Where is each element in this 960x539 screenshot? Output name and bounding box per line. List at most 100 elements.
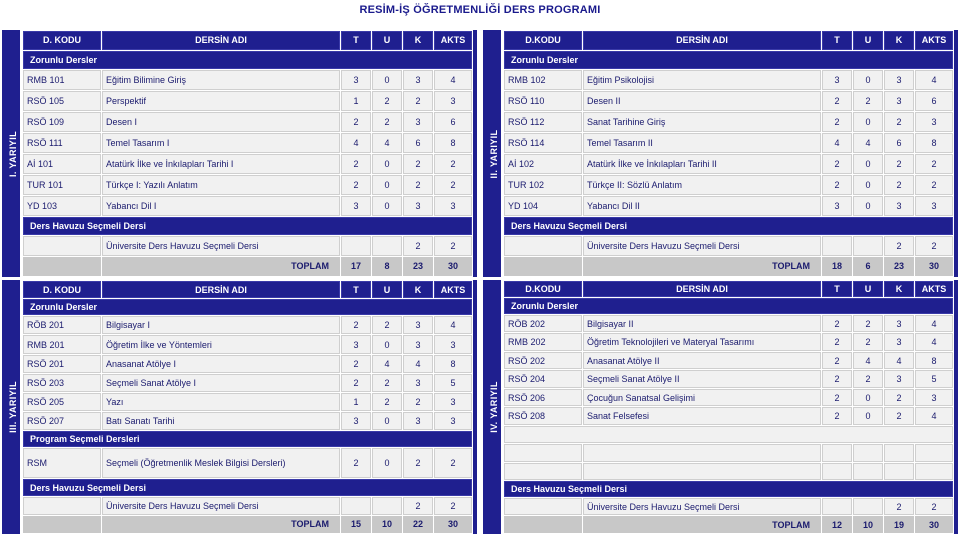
total-spacer xyxy=(504,516,582,533)
semester-label-strip-3: III. YARIYIL xyxy=(6,280,22,534)
table-header-row: D. KODU DERSİN ADI T U K AKTS xyxy=(23,31,472,50)
table-row: RSÖ 202 Anasanat Atölye II 2 4 4 8 xyxy=(504,351,953,370)
total-u: 10 xyxy=(853,516,883,533)
course-name: Temel Tasarım II xyxy=(583,132,821,153)
pool-t xyxy=(341,496,371,515)
pool-akts: 2 xyxy=(434,496,472,515)
band-zorunlu: Zorunlu Dersler xyxy=(504,298,953,314)
course-code: RSÖ 112 xyxy=(504,111,582,132)
course-code: RSÖ 109 xyxy=(23,111,101,132)
pool-akts: 2 xyxy=(915,235,953,256)
band-zorunlu-label: Zorunlu Dersler xyxy=(504,50,953,69)
total-spacer xyxy=(23,515,101,533)
total-k: 23 xyxy=(884,256,914,276)
header-name: DERSİN ADI xyxy=(583,281,821,298)
course-code: RSÖ 205 xyxy=(23,393,101,412)
table-header-row: D. KODU DERSİN ADI T U K AKTS xyxy=(23,281,472,299)
band-havuz-label: Ders Havuzu Seçmeli Dersi xyxy=(504,217,953,235)
course-code: RMB 202 xyxy=(504,333,582,351)
semester-label-3: III. YARIYIL xyxy=(8,381,18,433)
band-program-secmeli: Program Seçmeli Dersleri xyxy=(23,431,472,448)
page-title: RESİM-İŞ ÖĞRETMENLİĞİ DERS PROGRAMI xyxy=(359,4,601,16)
program-akts: 2 xyxy=(434,448,472,479)
course-code: Aİ 102 xyxy=(504,153,582,175)
total-row: TOPLAM 18 6 23 30 xyxy=(504,256,953,276)
program-name: Seçmeli (Öğretmenlik Meslek Bilgisi Ders… xyxy=(102,448,340,479)
course-k: 4 xyxy=(403,354,433,373)
course-name: Yabancı Dil I xyxy=(102,196,340,217)
course-u: 0 xyxy=(372,412,402,431)
band-zorunlu: Zorunlu Dersler xyxy=(504,50,953,69)
course-name: Yazı xyxy=(102,393,340,412)
total-label: TOPLAM xyxy=(583,256,821,276)
header-k: K xyxy=(403,31,433,50)
blank-name xyxy=(583,462,821,481)
program-k: 2 xyxy=(403,448,433,479)
header-name: DERSİN ADI xyxy=(102,31,340,50)
course-akts: 3 xyxy=(434,412,472,431)
course-name: Bilgisayar I xyxy=(102,316,340,335)
pool-name: Üniversite Ders Havuzu Seçmeli Dersi xyxy=(583,497,821,516)
total-row: TOPLAM 17 8 23 30 xyxy=(23,256,472,276)
course-name: Türkçe I: Yazılı Anlatım xyxy=(102,175,340,196)
course-k: 3 xyxy=(884,196,914,217)
course-name: Perspektif xyxy=(102,90,340,111)
course-u: 2 xyxy=(372,316,402,335)
course-code: TUR 102 xyxy=(504,175,582,196)
table-row: Aİ 101 Atatürk İlke ve İnkılapları Tarih… xyxy=(23,153,472,175)
table-row: RSÖ 114 Temel Tasarım II 4 4 6 8 xyxy=(504,132,953,153)
header-akts: AKTS xyxy=(434,281,472,299)
semester-label-4: IV. YARIYIL xyxy=(489,381,499,433)
course-u: 2 xyxy=(853,370,883,388)
table-row-blank xyxy=(504,444,953,462)
course-akts: 3 xyxy=(915,196,953,217)
blank-u xyxy=(853,462,883,481)
blank-t xyxy=(822,462,852,481)
course-u: 0 xyxy=(853,388,883,407)
course-akts: 8 xyxy=(915,132,953,153)
header-code: D. KODU xyxy=(23,281,101,299)
course-u: 2 xyxy=(372,393,402,412)
course-u: 0 xyxy=(853,196,883,217)
semester-label-strip-1: I. YARIYIL xyxy=(6,30,22,277)
course-t: 2 xyxy=(341,373,371,393)
course-t: 2 xyxy=(341,175,371,196)
band-havuz: Ders Havuzu Seçmeli Dersi xyxy=(23,217,472,235)
course-name: Türkçe II: Sözlü Anlatım xyxy=(583,175,821,196)
course-k: 3 xyxy=(884,333,914,351)
course-u: 2 xyxy=(372,111,402,132)
total-t: 15 xyxy=(341,515,371,533)
total-akts: 30 xyxy=(434,515,472,533)
pool-u xyxy=(853,235,883,256)
course-code: RSÖ 208 xyxy=(504,407,582,425)
course-akts: 8 xyxy=(434,354,472,373)
course-u: 2 xyxy=(372,90,402,111)
pool-t xyxy=(822,235,852,256)
total-k: 22 xyxy=(403,515,433,533)
course-code: RSÖ 114 xyxy=(504,132,582,153)
course-t: 2 xyxy=(822,153,852,175)
program-t: 2 xyxy=(341,448,371,479)
course-akts: 3 xyxy=(434,393,472,412)
course-u: 0 xyxy=(372,153,402,175)
course-t: 2 xyxy=(822,175,852,196)
pool-akts: 2 xyxy=(434,235,472,256)
course-akts: 3 xyxy=(915,388,953,407)
blank-code xyxy=(504,444,582,462)
course-name: Bilgisayar II xyxy=(583,314,821,333)
course-code: RSÖ 206 xyxy=(504,388,582,407)
total-label: TOPLAM xyxy=(583,516,821,533)
pool-code xyxy=(504,497,582,516)
course-name: Atatürk İlke ve İnkılapları Tarihi I xyxy=(102,153,340,175)
band-zorunlu-label: Zorunlu Dersler xyxy=(23,299,472,316)
table-row: RMB 101 Eğitim Bilimine Giriş 3 0 3 4 xyxy=(23,69,472,90)
header-t: T xyxy=(822,31,852,50)
semesters-grid: I. YARIYIL D. KODU DERSİN ADI T U K AKTS xyxy=(2,30,958,538)
pool-k: 2 xyxy=(403,235,433,256)
course-name: Desen I xyxy=(102,111,340,132)
table-row: RSÖ 205 Yazı 1 2 2 3 xyxy=(23,393,472,412)
course-k: 2 xyxy=(884,153,914,175)
course-k: 3 xyxy=(403,373,433,393)
table-row-program: RSM Seçmeli (Öğretmenlik Meslek Bilgisi … xyxy=(23,448,472,479)
band-zorunlu: Zorunlu Dersler xyxy=(23,299,472,316)
